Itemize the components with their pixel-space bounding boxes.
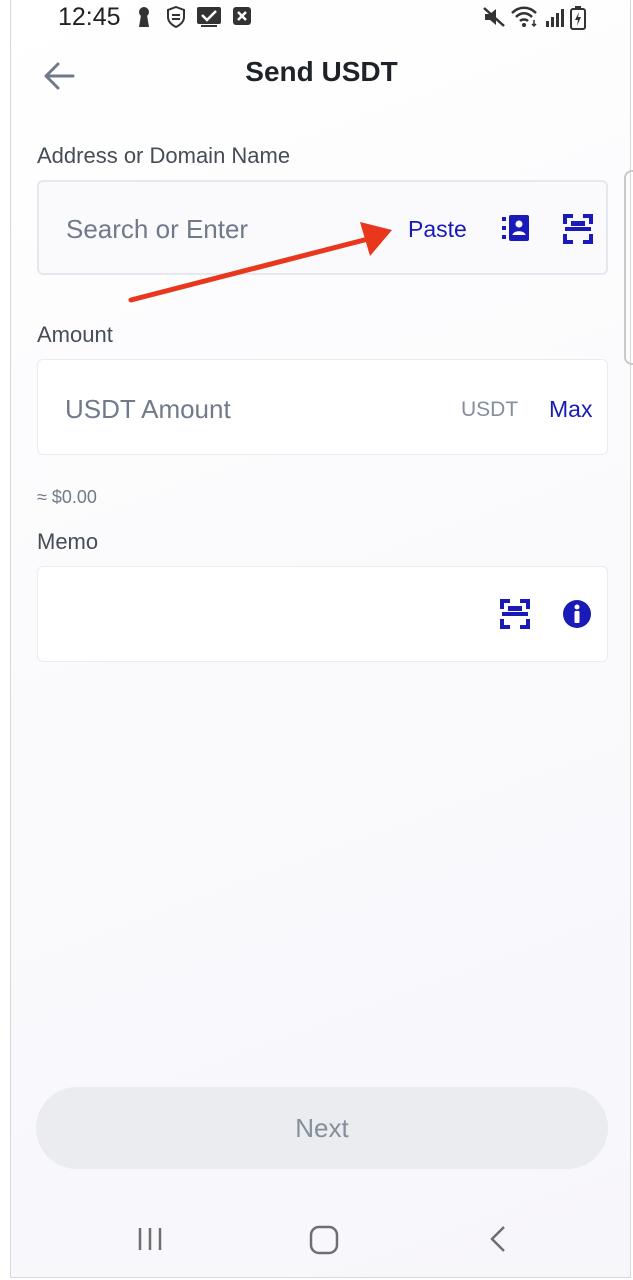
address-book-icon[interactable] xyxy=(500,212,532,244)
home-icon[interactable] xyxy=(308,1224,340,1256)
memo-label: Memo xyxy=(37,529,99,554)
mute-icon xyxy=(483,7,505,27)
back-icon[interactable] xyxy=(486,1224,512,1254)
fiat-estimate: ≈ $0.00 xyxy=(37,487,97,507)
address-input[interactable]: Search or Enter Paste xyxy=(37,180,608,275)
status-bar: 12:45 xyxy=(0,0,633,36)
status-time: 12:45 xyxy=(58,3,121,31)
info-icon[interactable] xyxy=(561,598,593,630)
signal-icon xyxy=(546,9,564,27)
wifi-icon xyxy=(511,6,537,28)
address-placeholder: Search or Enter xyxy=(66,214,249,244)
max-button[interactable]: Max xyxy=(549,396,592,423)
vpn-shield-icon xyxy=(167,6,185,28)
paste-button[interactable]: Paste xyxy=(408,216,467,243)
memo-input[interactable] xyxy=(37,566,608,662)
amount-label: Amount xyxy=(37,322,113,347)
close-box-icon xyxy=(233,7,251,25)
system-nav-bar xyxy=(0,1200,633,1280)
scan-qr-icon[interactable] xyxy=(562,213,594,245)
scroll-indicator[interactable] xyxy=(624,170,633,365)
next-button[interactable]: Next xyxy=(36,1087,608,1169)
amount-placeholder: USDT Amount xyxy=(65,394,231,424)
battery-charging-icon xyxy=(570,6,586,30)
keyhole-icon xyxy=(139,7,149,27)
address-label: Address or Domain Name xyxy=(37,143,291,168)
scan-qr-icon[interactable] xyxy=(499,598,531,630)
page-title: Send USDT xyxy=(245,56,398,87)
recent-apps-icon[interactable] xyxy=(135,1224,165,1254)
checkmark-message-icon xyxy=(197,7,221,27)
amount-input[interactable]: USDT Amount USDT Max xyxy=(37,359,608,455)
amount-unit: USDT xyxy=(461,398,519,421)
